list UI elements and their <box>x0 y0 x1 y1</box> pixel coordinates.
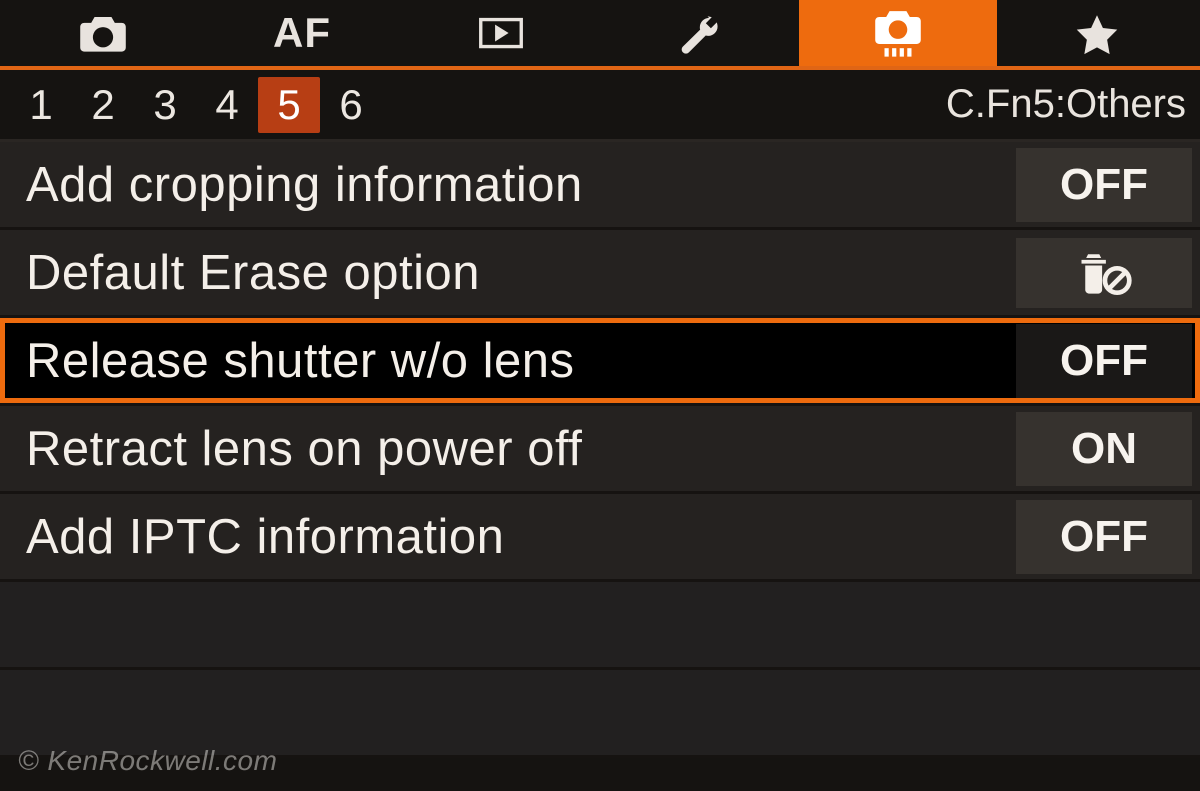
camera-icon <box>76 8 130 58</box>
menu-item-add-iptc-info[interactable]: Add IPTC information OFF <box>0 494 1200 582</box>
page-4[interactable]: 4 <box>196 81 258 129</box>
menu-item-label: Release shutter w/o lens <box>26 333 1016 389</box>
menu-item-retract-lens[interactable]: Retract lens on power off ON <box>0 406 1200 494</box>
menu-item-value: ON <box>1016 412 1192 486</box>
menu-item-value <box>1016 238 1192 308</box>
page-title: C.Fn5:Others <box>946 82 1186 127</box>
tab-shooting[interactable] <box>4 0 203 66</box>
menu-item-label: Retract lens on power off <box>26 421 1016 477</box>
page-number-row: 1 2 3 4 5 6 C.Fn5:Others <box>0 70 1200 142</box>
star-icon <box>1070 8 1124 58</box>
tab-playback[interactable] <box>401 0 600 66</box>
watermark: © KenRockwell.com <box>18 745 277 777</box>
menu-item-label: Default Erase option <box>26 245 1016 301</box>
page-1[interactable]: 1 <box>10 81 72 129</box>
tab-custom-functions[interactable] <box>799 0 998 66</box>
trash-cancel-icon <box>1074 250 1134 296</box>
menu-item-label: Add IPTC information <box>26 509 1016 565</box>
page-5[interactable]: 5 <box>258 77 320 133</box>
menu-item-label: Add cropping information <box>26 157 1016 213</box>
menu-item-value: OFF <box>1016 148 1192 222</box>
category-tab-row: AF <box>0 0 1200 70</box>
menu-item-value: OFF <box>1016 500 1192 574</box>
tab-af[interactable]: AF <box>203 0 402 66</box>
page-6[interactable]: 6 <box>320 81 382 129</box>
tab-setup[interactable] <box>600 0 799 66</box>
af-text-icon: AF <box>273 9 331 57</box>
camera-custom-icon <box>871 8 925 58</box>
menu-item-release-shutter-no-lens[interactable]: Release shutter w/o lens OFF <box>0 318 1200 406</box>
page-2[interactable]: 2 <box>72 81 134 129</box>
play-icon <box>474 8 528 58</box>
page-3[interactable]: 3 <box>134 81 196 129</box>
menu-item-value: OFF <box>1016 324 1192 398</box>
menu-item-add-cropping-info[interactable]: Add cropping information OFF <box>0 142 1200 230</box>
menu-list: Add cropping information OFF Default Era… <box>0 142 1200 758</box>
menu-item-default-erase-option[interactable]: Default Erase option <box>0 230 1200 318</box>
menu-item-empty <box>0 582 1200 670</box>
tab-mymenu[interactable] <box>997 0 1196 66</box>
wrench-icon <box>672 8 726 58</box>
